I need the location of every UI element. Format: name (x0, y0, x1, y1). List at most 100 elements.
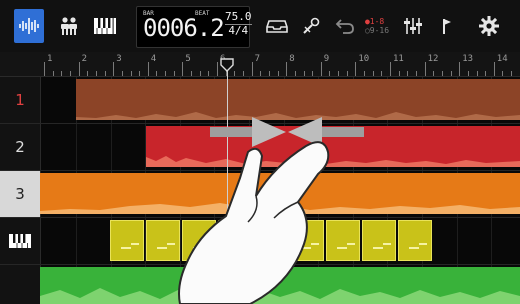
ruler-subtick (364, 71, 366, 76)
pinch-hand-icon (178, 141, 330, 304)
ruler-subtick (191, 71, 193, 76)
midi-note (419, 243, 427, 245)
mixer-faders-icon[interactable] (398, 9, 428, 43)
track-3-label[interactable]: 3 (0, 171, 41, 217)
routing-top: 1-8 (369, 17, 385, 26)
ruler-tick (78, 62, 80, 76)
ruler-number: 7 (254, 54, 261, 64)
toolbar: BAR BEAT 0006.2 75.0 4/4 ●1-8 ○9-16 (0, 0, 520, 53)
input-routing-icon[interactable]: ●1-8 ○9-16 (360, 9, 394, 43)
ruler-subtick (156, 71, 158, 76)
ruler-tick (320, 62, 322, 76)
piano-keys-icon (9, 234, 31, 248)
ruler-subtick (61, 71, 63, 76)
ruler-subtick (502, 71, 504, 76)
ruler-subtick (511, 71, 513, 76)
ruler-subtick (407, 71, 409, 76)
midi-note (347, 243, 355, 245)
timeline-ruler[interactable]: 1234567891011121314 (0, 52, 520, 77)
ruler-subtick (415, 71, 417, 76)
ruler-subtick (476, 71, 478, 76)
ruler-subtick (372, 71, 374, 76)
ruler-number: 9 (323, 54, 330, 64)
midi-note (131, 243, 139, 245)
ruler-subtick (199, 71, 201, 76)
midi-note (373, 247, 383, 249)
ruler-number: 13 (462, 54, 474, 64)
midi-note (409, 247, 419, 249)
ruler-number: 2 (81, 54, 88, 64)
ruler-tick (251, 62, 253, 76)
midi-note (121, 247, 131, 249)
midi-region[interactable] (110, 220, 144, 261)
grid-line (76, 124, 77, 170)
ruler-subtick (381, 71, 383, 76)
ruler-number: 4 (150, 54, 157, 64)
routing-bottom: 9-16 (369, 26, 390, 35)
track-1-label[interactable]: 1 (0, 77, 41, 123)
midi-region[interactable] (362, 220, 396, 261)
ruler-subtick (450, 71, 452, 76)
ruler-subtick (433, 71, 435, 76)
midi-region[interactable] (398, 220, 432, 261)
ruler-subtick (52, 71, 54, 76)
ruler-subtick (165, 71, 167, 76)
tempo-display[interactable]: 75.0 4/4 (225, 11, 252, 37)
ruler-tick (355, 62, 357, 76)
record-arm-icon[interactable] (296, 9, 326, 43)
ruler-subtick (441, 71, 443, 76)
track-2-label[interactable]: 2 (0, 124, 41, 170)
grid-line (110, 124, 112, 170)
ruler-subtick (95, 71, 97, 76)
track-4-label[interactable] (0, 218, 41, 264)
time-signature: 4/4 (225, 24, 252, 37)
waveform-icon[interactable] (14, 9, 44, 43)
audio-region[interactable] (76, 79, 520, 120)
ruler-subtick (121, 71, 123, 76)
playhead-marker[interactable] (220, 58, 234, 72)
ruler-tick (44, 62, 45, 76)
ruler-subtick (130, 71, 132, 76)
ruler-tick (286, 62, 288, 76)
ruler-subtick (294, 71, 296, 76)
position-value: 0006.2 (143, 14, 225, 42)
flag-icon[interactable] (432, 9, 462, 43)
ruler-number: 1 (47, 54, 53, 64)
mailbox-icon[interactable] (262, 9, 292, 43)
ruler-number: 8 (289, 54, 295, 64)
ruler-number: 12 (427, 54, 439, 64)
ruler-subtick (329, 71, 331, 76)
ruler-subtick (104, 71, 106, 76)
ruler-subtick (260, 71, 262, 76)
ruler-tick (182, 62, 184, 76)
ruler-subtick (268, 71, 270, 76)
gear-icon[interactable] (474, 9, 504, 43)
ruler-tick (217, 62, 218, 76)
piano-keys-icon[interactable] (90, 9, 120, 43)
ruler-subtick (303, 71, 305, 76)
ruler-subtick (69, 71, 71, 76)
position-counter[interactable]: BAR BEAT 0006.2 75.0 4/4 (136, 6, 252, 48)
ruler-subtick (242, 71, 244, 76)
ruler-tick (113, 62, 115, 76)
ruler-number: 3 (116, 54, 122, 64)
ruler-tick (493, 62, 495, 76)
ruler-tick (424, 62, 426, 76)
ruler-subtick (346, 71, 348, 76)
ruler-subtick (234, 71, 236, 76)
daw-app: BAR BEAT 0006.2 75.0 4/4 ●1-8 ○9-16 1 2 … (0, 0, 520, 304)
track-5-label[interactable] (0, 265, 41, 304)
ruler-number: 14 (496, 54, 508, 64)
ruler-number: 11 (393, 54, 404, 64)
ruler-number: 5 (185, 54, 191, 64)
ruler-subtick (485, 71, 487, 76)
midi-note (157, 247, 167, 249)
ruler-subtick (277, 71, 279, 76)
grid-line (76, 218, 77, 264)
ruler-subtick (312, 71, 314, 76)
ruler-subtick (467, 71, 469, 76)
ruler-subtick (173, 71, 175, 76)
tempo-value: 75.0 (225, 10, 252, 23)
undo-icon[interactable] (330, 9, 360, 43)
mixer-people-icon[interactable] (54, 9, 84, 43)
